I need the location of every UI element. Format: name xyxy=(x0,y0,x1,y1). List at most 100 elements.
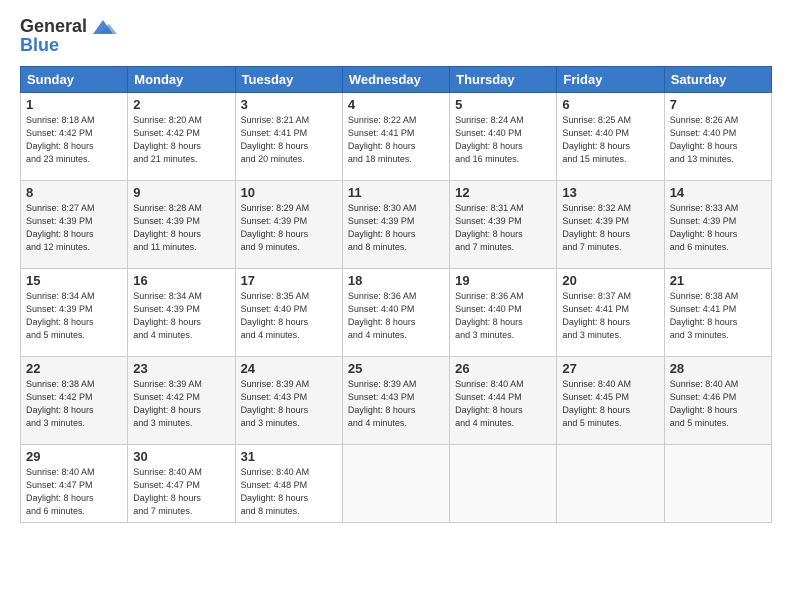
day-info: Sunrise: 8:21 AM Sunset: 4:41 PM Dayligh… xyxy=(241,114,337,166)
day-info: Sunrise: 8:32 AM Sunset: 4:39 PM Dayligh… xyxy=(562,202,658,254)
logo-icon xyxy=(89,16,117,38)
day-number: 4 xyxy=(348,97,444,112)
day-number: 24 xyxy=(241,361,337,376)
col-header-wednesday: Wednesday xyxy=(342,66,449,92)
day-info: Sunrise: 8:27 AM Sunset: 4:39 PM Dayligh… xyxy=(26,202,122,254)
day-info: Sunrise: 8:39 AM Sunset: 4:43 PM Dayligh… xyxy=(348,378,444,430)
day-number: 15 xyxy=(26,273,122,288)
calendar-cell: 30Sunrise: 8:40 AM Sunset: 4:47 PM Dayli… xyxy=(128,444,235,522)
day-info: Sunrise: 8:20 AM Sunset: 4:42 PM Dayligh… xyxy=(133,114,229,166)
day-number: 2 xyxy=(133,97,229,112)
day-number: 12 xyxy=(455,185,551,200)
calendar-cell: 9 Sunrise: 8:28 AM Sunset: 4:39 PM Daylig… xyxy=(128,180,235,268)
day-number: 13 xyxy=(562,185,658,200)
calendar-cell: 13 Sunrise: 8:32 AM Sunset: 4:39 PM Dayli… xyxy=(557,180,664,268)
calendar-cell xyxy=(342,444,449,522)
day-number: 20 xyxy=(562,273,658,288)
logo-blue: Blue xyxy=(20,36,117,56)
day-info: Sunrise: 8:25 AM Sunset: 4:40 PM Dayligh… xyxy=(562,114,658,166)
day-info: Sunrise: 8:40 AM Sunset: 4:46 PM Dayligh… xyxy=(670,378,766,430)
calendar-cell: 23 Sunrise: 8:39 AM Sunset: 4:42 PM Dayli… xyxy=(128,356,235,444)
day-info: Sunrise: 8:31 AM Sunset: 4:39 PM Dayligh… xyxy=(455,202,551,254)
day-number: 22 xyxy=(26,361,122,376)
calendar-table: SundayMondayTuesdayWednesdayThursdayFrid… xyxy=(20,66,772,523)
day-info: Sunrise: 8:33 AM Sunset: 4:39 PM Dayligh… xyxy=(670,202,766,254)
day-info: Sunrise: 8:40 AM Sunset: 4:47 PM Dayligh… xyxy=(133,466,229,518)
day-number: 25 xyxy=(348,361,444,376)
day-number: 26 xyxy=(455,361,551,376)
day-number: 23 xyxy=(133,361,229,376)
day-info: Sunrise: 8:28 AM Sunset: 4:39 PM Dayligh… xyxy=(133,202,229,254)
day-info: Sunrise: 8:18 AM Sunset: 4:42 PM Dayligh… xyxy=(26,114,122,166)
day-info: Sunrise: 8:38 AM Sunset: 4:42 PM Dayligh… xyxy=(26,378,122,430)
day-info: Sunrise: 8:40 AM Sunset: 4:44 PM Dayligh… xyxy=(455,378,551,430)
calendar-cell: 12 Sunrise: 8:31 AM Sunset: 4:39 PM Dayli… xyxy=(450,180,557,268)
calendar-cell: 4 Sunrise: 8:22 AM Sunset: 4:41 PM Daylig… xyxy=(342,92,449,180)
calendar-cell: 27 Sunrise: 8:40 AM Sunset: 4:45 PM Dayli… xyxy=(557,356,664,444)
day-number: 28 xyxy=(670,361,766,376)
day-info: Sunrise: 8:40 AM Sunset: 4:47 PM Dayligh… xyxy=(26,466,122,518)
day-number: 21 xyxy=(670,273,766,288)
day-number: 16 xyxy=(133,273,229,288)
calendar-cell: 21 Sunrise: 8:38 AM Sunset: 4:41 PM Dayli… xyxy=(664,268,771,356)
day-info: Sunrise: 8:36 AM Sunset: 4:40 PM Dayligh… xyxy=(348,290,444,342)
day-info: Sunrise: 8:26 AM Sunset: 4:40 PM Dayligh… xyxy=(670,114,766,166)
calendar-cell: 6 Sunrise: 8:25 AM Sunset: 4:40 PM Daylig… xyxy=(557,92,664,180)
day-number: 14 xyxy=(670,185,766,200)
calendar-cell: 18 Sunrise: 8:36 AM Sunset: 4:40 PM Dayli… xyxy=(342,268,449,356)
day-number: 27 xyxy=(562,361,658,376)
col-header-friday: Friday xyxy=(557,66,664,92)
day-number: 18 xyxy=(348,273,444,288)
logo: General Blue xyxy=(20,16,117,56)
day-number: 31 xyxy=(241,449,337,464)
day-number: 29 xyxy=(26,449,122,464)
calendar-cell: 25 Sunrise: 8:39 AM Sunset: 4:43 PM Dayli… xyxy=(342,356,449,444)
calendar-cell xyxy=(557,444,664,522)
day-info: Sunrise: 8:35 AM Sunset: 4:40 PM Dayligh… xyxy=(241,290,337,342)
day-info: Sunrise: 8:34 AM Sunset: 4:39 PM Dayligh… xyxy=(133,290,229,342)
day-number: 6 xyxy=(562,97,658,112)
day-info: Sunrise: 8:22 AM Sunset: 4:41 PM Dayligh… xyxy=(348,114,444,166)
day-number: 11 xyxy=(348,185,444,200)
calendar-cell: 8 Sunrise: 8:27 AM Sunset: 4:39 PM Daylig… xyxy=(21,180,128,268)
calendar-cell: 5 Sunrise: 8:24 AM Sunset: 4:40 PM Daylig… xyxy=(450,92,557,180)
col-header-tuesday: Tuesday xyxy=(235,66,342,92)
day-info: Sunrise: 8:40 AM Sunset: 4:48 PM Dayligh… xyxy=(241,466,337,518)
col-header-thursday: Thursday xyxy=(450,66,557,92)
calendar-cell: 29 Sunrise: 8:40 AM Sunset: 4:47 PM Dayli… xyxy=(21,444,128,522)
calendar-cell: 1 Sunrise: 8:18 AM Sunset: 4:42 PM Daylig… xyxy=(21,92,128,180)
calendar-cell: 10 Sunrise: 8:29 AM Sunset: 4:39 PM Dayli… xyxy=(235,180,342,268)
page-header: General Blue xyxy=(20,16,772,56)
calendar-cell: 24 Sunrise: 8:39 AM Sunset: 4:43 PM Dayli… xyxy=(235,356,342,444)
calendar-cell: 11 Sunrise: 8:30 AM Sunset: 4:39 PM Dayli… xyxy=(342,180,449,268)
calendar-cell xyxy=(450,444,557,522)
day-info: Sunrise: 8:24 AM Sunset: 4:40 PM Dayligh… xyxy=(455,114,551,166)
day-info: Sunrise: 8:30 AM Sunset: 4:39 PM Dayligh… xyxy=(348,202,444,254)
calendar-cell: 28 Sunrise: 8:40 AM Sunset: 4:46 PM Dayli… xyxy=(664,356,771,444)
day-info: Sunrise: 8:37 AM Sunset: 4:41 PM Dayligh… xyxy=(562,290,658,342)
day-info: Sunrise: 8:38 AM Sunset: 4:41 PM Dayligh… xyxy=(670,290,766,342)
calendar-cell: 22 Sunrise: 8:38 AM Sunset: 4:42 PM Dayli… xyxy=(21,356,128,444)
day-info: Sunrise: 8:39 AM Sunset: 4:43 PM Dayligh… xyxy=(241,378,337,430)
day-number: 9 xyxy=(133,185,229,200)
calendar-header-row: SundayMondayTuesdayWednesdayThursdayFrid… xyxy=(21,66,772,92)
day-info: Sunrise: 8:40 AM Sunset: 4:45 PM Dayligh… xyxy=(562,378,658,430)
day-number: 8 xyxy=(26,185,122,200)
calendar-cell: 31 Sunrise: 8:40 AM Sunset: 4:48 PM Dayli… xyxy=(235,444,342,522)
day-number: 3 xyxy=(241,97,337,112)
calendar-cell: 2 Sunrise: 8:20 AM Sunset: 4:42 PM Daylig… xyxy=(128,92,235,180)
day-number: 1 xyxy=(26,97,122,112)
calendar-cell xyxy=(664,444,771,522)
day-number: 10 xyxy=(241,185,337,200)
col-header-monday: Monday xyxy=(128,66,235,92)
calendar-cell: 7Sunrise: 8:26 AM Sunset: 4:40 PM Daylig… xyxy=(664,92,771,180)
calendar-cell: 20 Sunrise: 8:37 AM Sunset: 4:41 PM Dayli… xyxy=(557,268,664,356)
col-header-saturday: Saturday xyxy=(664,66,771,92)
day-info: Sunrise: 8:34 AM Sunset: 4:39 PM Dayligh… xyxy=(26,290,122,342)
day-info: Sunrise: 8:29 AM Sunset: 4:39 PM Dayligh… xyxy=(241,202,337,254)
calendar-cell: 14 Sunrise: 8:33 AM Sunset: 4:39 PM Dayli… xyxy=(664,180,771,268)
day-info: Sunrise: 8:39 AM Sunset: 4:42 PM Dayligh… xyxy=(133,378,229,430)
calendar-cell: 15 Sunrise: 8:34 AM Sunset: 4:39 PM Dayli… xyxy=(21,268,128,356)
calendar-cell: 3 Sunrise: 8:21 AM Sunset: 4:41 PM Daylig… xyxy=(235,92,342,180)
day-number: 5 xyxy=(455,97,551,112)
